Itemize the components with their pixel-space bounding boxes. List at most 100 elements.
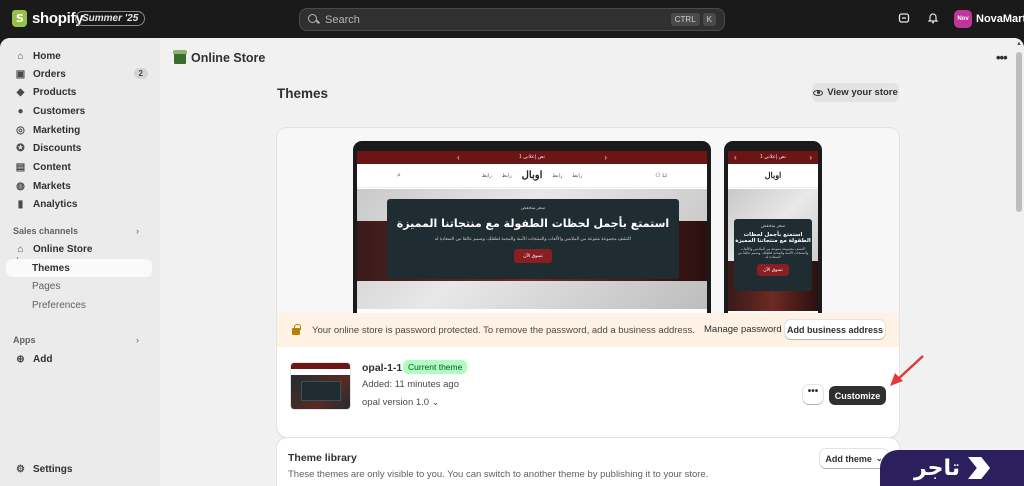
sidebar-item-settings[interactable]: ⚙ Settings [6, 460, 152, 478]
page-title: Themes [277, 86, 329, 101]
chevron-left-icon: ‹ [734, 153, 737, 162]
hero-button: تسوق الآن [514, 249, 552, 263]
current-theme-row: opal-1-1 Current theme Added: 11 minutes… [277, 347, 899, 437]
theme-more-actions-button[interactable]: ••• [803, 385, 823, 404]
search-icon [308, 14, 319, 25]
theme-thumbnail[interactable] [290, 362, 351, 410]
theme-version-label: opal version 1.0 [362, 397, 430, 408]
annotation-arrow-icon [890, 355, 924, 386]
hero-heading: استمتع بأجمل لحظات الطفولة مع منتجاتنا ا… [396, 217, 670, 230]
mobile-preview: ‹ نص إعلاني 1 › اوبال سعر منخفض استمتع ب… [724, 141, 822, 313]
site-nav: اوبال [728, 164, 818, 188]
announcement-bar: ‹ نص إعلاني 1 › [357, 151, 707, 164]
sidebar-item-label: Content [33, 161, 71, 173]
sidebar-item-pages[interactable]: Pages [6, 277, 152, 295]
chevron-left-icon: ‹ [457, 153, 460, 162]
chevron-right-icon[interactable]: › [136, 226, 139, 236]
sidebar-item-label: Marketing [33, 124, 81, 136]
person-icon: ● [17, 105, 24, 117]
sidebar-item-label: Orders [33, 68, 66, 80]
chevron-right-icon[interactable]: › [136, 335, 139, 345]
sidebar-item-label: Markets [33, 180, 71, 192]
theme-version[interactable]: opal version 1.0 ⌄ [362, 397, 439, 408]
scroll-up-arrow-icon[interactable]: ▲ [1016, 41, 1022, 47]
document-icon: ▤ [15, 161, 26, 173]
globe-icon: ◍ [16, 180, 25, 192]
notifications-bell-icon[interactable] [926, 12, 940, 26]
gear-icon: ⚙ [16, 463, 25, 475]
sidebar-item-products[interactable]: ◆ Products [6, 83, 152, 101]
plus-circle-icon: ⊕ [16, 353, 25, 365]
theme-library-title: Theme library [288, 452, 357, 464]
view-store-label: View your store [827, 87, 898, 98]
view-store-button[interactable]: View your store [812, 83, 899, 102]
customize-button[interactable]: Customize [829, 386, 886, 405]
orders-count-badge: 2 [133, 68, 148, 79]
hero-kicker: سعر منخفض [760, 223, 786, 228]
store-activity-icon[interactable] [897, 12, 911, 26]
top-bar: shopify Summer '25 Search CTRL K Nov Nov… [0, 0, 1024, 38]
sidebar-item-preferences[interactable]: Preferences [6, 296, 152, 314]
chevron-down-icon: ⌄ [431, 397, 440, 407]
desktop-preview: ‹ نص إعلاني 1 › ⌕ رابط رابط اوبال رابط ر… [353, 141, 711, 313]
current-theme-card: ‹ نص إعلاني 1 › ⌕ رابط رابط اوبال رابط ر… [277, 128, 899, 437]
sidebar-item-label: Discounts [33, 142, 82, 154]
sidebar-item-themes[interactable]: Themes [6, 259, 152, 277]
sidebar-item-online-store[interactable]: ⌂ Online Store [6, 240, 152, 258]
site-nav: ⌕ رابط رابط اوبال رابط رابط ⚇ ⊔ [357, 164, 707, 188]
avatar[interactable]: Nov [954, 10, 972, 28]
tag-icon: ◆ [16, 86, 25, 98]
sidebar-item-markets[interactable]: ◍ Markets [6, 177, 152, 195]
sidebar-item-home[interactable]: ⌂ Home [6, 47, 152, 65]
hero-heading: استمتع بأجمل لحظات الطفولة مع منتجاتنا ا… [735, 232, 811, 244]
sidebar-item-content[interactable]: ▤ Content [6, 158, 152, 176]
theme-added-time: Added: 11 minutes ago [362, 379, 460, 390]
home-icon: ⌂ [17, 50, 24, 62]
nav-link: رابط [552, 172, 563, 179]
sidebar-item-analytics[interactable]: ▮ Analytics [6, 195, 152, 213]
eye-icon [813, 89, 824, 96]
shopify-logo[interactable]: shopify [12, 10, 84, 27]
scrollbar[interactable]: ▲ [1014, 38, 1024, 486]
cart-icon: ⚇ ⊔ [655, 173, 667, 179]
sidebar-item-label: Settings [33, 463, 73, 475]
theme-library-description: These themes are only visible to you. Yo… [288, 469, 709, 480]
lock-icon [292, 324, 301, 335]
sidebar-item-discounts[interactable]: ✪ Discounts [6, 139, 152, 157]
sidebar-item-orders[interactable]: ▣ Orders 2 [6, 65, 152, 83]
announcement-text: نص إعلاني 1 [760, 154, 786, 160]
theme-library-card: Theme library These themes are only visi… [277, 438, 899, 486]
sales-channels-heading[interactable]: Sales channels [13, 226, 78, 236]
theme-preview[interactable]: ‹ نص إعلاني 1 › ⌕ رابط رابط اوبال رابط ر… [277, 128, 899, 313]
hero-banner: سعر منخفض استمتع بأجمل لحظات الطفولة مع … [734, 219, 812, 291]
sidebar-item-label: Online Store [33, 243, 93, 255]
sidebar-item-customers[interactable]: ● Customers [6, 102, 152, 120]
more-actions-icon[interactable]: ••• [996, 50, 1008, 65]
sidebar-item-label: Customers [33, 105, 86, 117]
hero-text: اكتشف مجموعة متنوعة من الملابس والألعاب … [434, 236, 632, 241]
sidebar-item-marketing[interactable]: ◎ Marketing [6, 121, 152, 139]
sidebar-item-label: Preferences [32, 299, 86, 311]
site-logo: اوبال [521, 170, 543, 181]
sidebar-item-add-app[interactable]: ⊕ Add [6, 350, 152, 368]
site-logo: اوبال [764, 171, 782, 180]
add-business-address-button[interactable]: Add business address [785, 320, 885, 339]
edition-badge[interactable]: Summer '25 [75, 11, 146, 26]
chevron-right-icon: › [604, 153, 607, 162]
add-theme-button[interactable]: Add theme ⌄ [820, 449, 888, 468]
sidebar-item-label: Pages [32, 280, 61, 292]
inbox-icon: ▣ [15, 68, 26, 80]
mobile-screen: ‹ نص إعلاني 1 › اوبال سعر منخفض استمتع ب… [728, 151, 818, 313]
sidebar: ⌂ Home ▣ Orders 2 ◆ Products ● Customers ◎ Mar… [0, 38, 160, 486]
hero-text: اكتشف مجموعة متنوعة من الملابس والألعاب … [737, 247, 809, 259]
theme-name: opal-1-1 [362, 362, 403, 374]
scrollbar-thumb[interactable] [1016, 52, 1022, 212]
search-bar[interactable]: Search CTRL K [299, 8, 725, 31]
watermark-mark-icon [968, 457, 991, 479]
apps-heading[interactable]: Apps [13, 335, 36, 345]
nav-link: رابط [481, 172, 492, 179]
sidebar-item-label: Analytics [33, 198, 78, 210]
manage-password-link[interactable]: Manage password [704, 324, 782, 335]
section-title: Online Store [191, 51, 266, 65]
store-name[interactable]: NovaMart [976, 13, 1024, 25]
